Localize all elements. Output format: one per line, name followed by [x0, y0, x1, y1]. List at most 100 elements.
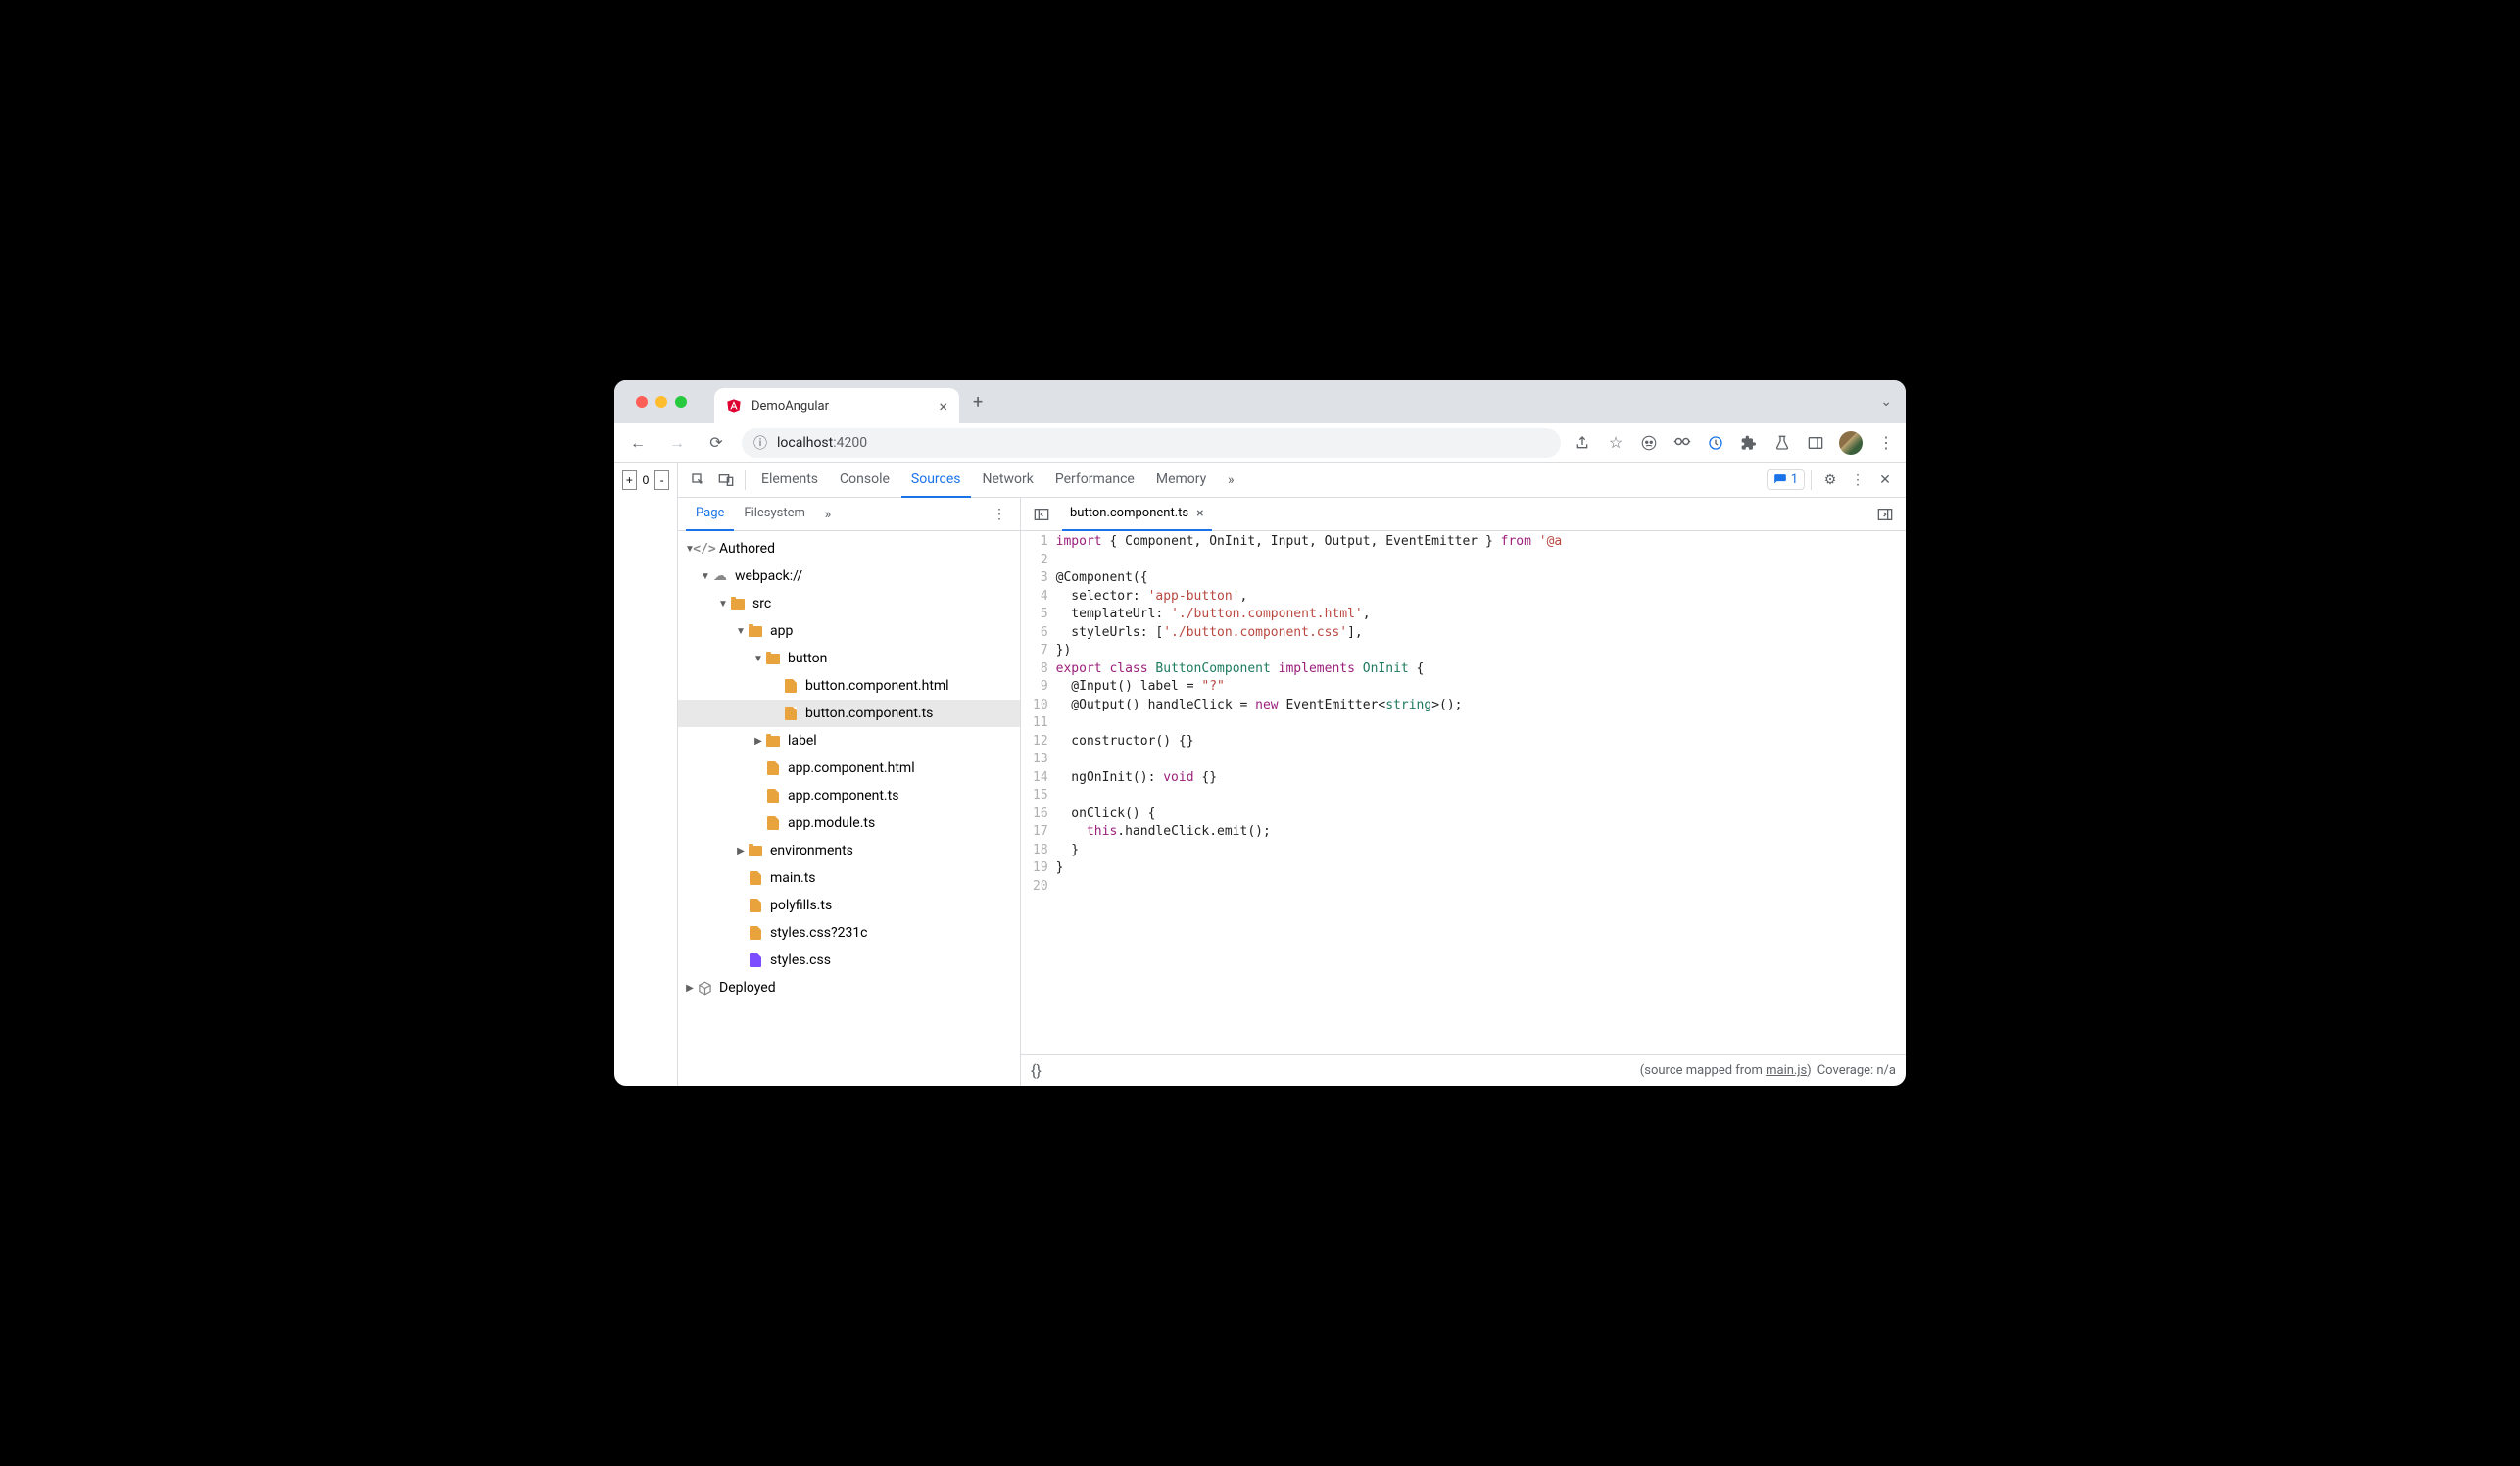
menu-icon[interactable]: ⋮ — [1876, 433, 1896, 453]
toggle-debugger-icon[interactable] — [1872, 502, 1898, 527]
tab-performance[interactable]: Performance — [1045, 463, 1144, 498]
editor: button.component.ts × 123456789101112131… — [1021, 498, 1906, 1086]
file-icon — [764, 814, 782, 832]
editor-status-bar: {} (source mapped from main.js) Coverage… — [1021, 1054, 1906, 1086]
zero-button[interactable]: 0 — [639, 470, 653, 490]
tree-app-ts[interactable]: app.component.ts — [678, 782, 1020, 809]
toggle-navigator-icon[interactable] — [1029, 502, 1054, 527]
tree-label-folder[interactable]: ▶label — [678, 727, 1020, 755]
tree-app-html[interactable]: app.component.html — [678, 755, 1020, 782]
labs-icon[interactable] — [1772, 433, 1792, 453]
cloud-icon: ☁ — [711, 567, 729, 585]
tab-title: DemoAngular — [751, 399, 929, 414]
inspect-icon[interactable] — [686, 467, 711, 493]
tab-console[interactable]: Console — [830, 463, 899, 498]
new-tab-button[interactable]: + — [969, 388, 987, 416]
tree-styles[interactable]: styles.css — [678, 947, 1020, 974]
file-tree: ▼</>Authored ▼☁webpack:// ▼src ▼app ▼but… — [678, 531, 1020, 1086]
tree-main[interactable]: main.ts — [678, 864, 1020, 892]
more-tabs-icon[interactable]: » — [1218, 467, 1243, 493]
code-icon: </> — [696, 540, 713, 558]
back-button[interactable]: ← — [624, 429, 652, 457]
window-controls — [626, 396, 697, 408]
share-icon[interactable] — [1573, 433, 1592, 453]
issues-button[interactable]: 1 — [1767, 469, 1805, 490]
close-devtools-icon[interactable]: ✕ — [1872, 467, 1898, 493]
file-icon — [747, 952, 764, 969]
page-content: + 0 - — [614, 463, 678, 1086]
close-file-icon[interactable]: × — [1196, 506, 1203, 521]
minimize-window-button[interactable] — [655, 396, 667, 408]
tree-env-folder[interactable]: ▶environments — [678, 837, 1020, 864]
close-tab-icon[interactable]: × — [939, 397, 947, 415]
source-map-link[interactable]: main.js — [1766, 1063, 1807, 1078]
tree-app[interactable]: ▼app — [678, 617, 1020, 645]
tree-polyfills[interactable]: polyfills.ts — [678, 892, 1020, 919]
file-icon — [764, 787, 782, 805]
tree-button-ts[interactable]: button.component.ts — [678, 700, 1020, 727]
close-window-button[interactable] — [636, 396, 648, 408]
tree-src[interactable]: ▼src — [678, 590, 1020, 617]
file-icon — [747, 869, 764, 887]
tree-button-html[interactable]: button.component.html — [678, 672, 1020, 700]
file-icon — [747, 897, 764, 914]
file-icon — [782, 705, 800, 722]
browser-tab[interactable]: DemoAngular × — [714, 388, 959, 423]
tree-webpack[interactable]: ▼☁webpack:// — [678, 562, 1020, 590]
editor-tab[interactable]: button.component.ts × — [1062, 498, 1212, 531]
more-menu-icon[interactable]: ⋮ — [1845, 467, 1870, 493]
address-bar[interactable]: ⓘ localhost:4200 — [742, 428, 1561, 458]
bookmark-icon[interactable]: ☆ — [1606, 433, 1625, 453]
tab-memory[interactable]: Memory — [1146, 463, 1216, 498]
content-area: + 0 - Elements Console Sources Network P… — [614, 463, 1906, 1086]
device-toolbar-icon[interactable] — [713, 467, 739, 493]
folder-icon — [747, 622, 764, 640]
plus-button[interactable]: + — [622, 470, 637, 490]
url-text: localhost:4200 — [777, 435, 867, 451]
side-panel-icon[interactable] — [1806, 433, 1825, 453]
divider — [745, 470, 746, 490]
minus-button[interactable]: - — [654, 470, 669, 490]
tab-network[interactable]: Network — [973, 463, 1043, 498]
settings-icon[interactable]: ⚙ — [1817, 467, 1843, 493]
extension-icon-2[interactable] — [1706, 433, 1725, 453]
maximize-window-button[interactable] — [675, 396, 687, 408]
reload-button[interactable]: ⟳ — [703, 429, 730, 457]
divider — [1811, 470, 1812, 490]
nav-tab-filesystem[interactable]: Filesystem — [734, 498, 815, 531]
tree-deployed[interactable]: ▶Deployed — [678, 974, 1020, 1002]
tree-app-module[interactable]: app.module.ts — [678, 809, 1020, 837]
editor-tabs: button.component.ts × — [1021, 498, 1906, 531]
file-icon — [764, 759, 782, 777]
devtools-body: Page Filesystem » ⋮ ▼</>Authored ▼☁webpa… — [678, 498, 1906, 1086]
toolbar: ← → ⟳ ⓘ localhost:4200 ☆ ⋮ — [614, 423, 1906, 463]
code-editor[interactable]: 1234567891011121314151617181920 import {… — [1021, 531, 1906, 1054]
profile-avatar[interactable] — [1839, 431, 1863, 455]
site-info-icon[interactable]: ⓘ — [753, 433, 767, 453]
devtools-tabs: Elements Console Sources Network Perform… — [678, 463, 1906, 498]
tab-strip: DemoAngular × + ⌄ — [614, 380, 1906, 423]
extension-icon-1[interactable] — [1672, 433, 1692, 453]
tab-sources[interactable]: Sources — [901, 463, 971, 498]
tree-styles-q[interactable]: styles.css?231c — [678, 919, 1020, 947]
format-icon[interactable]: {} — [1031, 1061, 1042, 1080]
incognito-icon[interactable] — [1639, 433, 1659, 453]
tab-elements[interactable]: Elements — [751, 463, 828, 498]
issues-count: 1 — [1791, 472, 1798, 487]
tree-button-folder[interactable]: ▼button — [678, 645, 1020, 672]
browser-window: DemoAngular × + ⌄ ← → ⟳ ⓘ localhost:4200… — [614, 380, 1906, 1086]
folder-icon — [747, 842, 764, 859]
folder-icon — [764, 650, 782, 667]
nav-tab-page[interactable]: Page — [686, 498, 734, 531]
tabs-dropdown-icon[interactable]: ⌄ — [1866, 394, 1906, 410]
nav-menu-icon[interactable]: ⋮ — [987, 502, 1012, 527]
folder-icon — [729, 595, 747, 612]
forward-button[interactable]: → — [663, 429, 691, 457]
tree-authored[interactable]: ▼</>Authored — [678, 535, 1020, 562]
file-icon — [747, 924, 764, 942]
sources-navigator: Page Filesystem » ⋮ ▼</>Authored ▼☁webpa… — [678, 498, 1021, 1086]
coverage-text: Coverage: n/a — [1817, 1063, 1896, 1078]
extensions-icon[interactable] — [1739, 433, 1759, 453]
nav-more-icon[interactable]: » — [815, 502, 841, 527]
file-icon — [782, 677, 800, 695]
